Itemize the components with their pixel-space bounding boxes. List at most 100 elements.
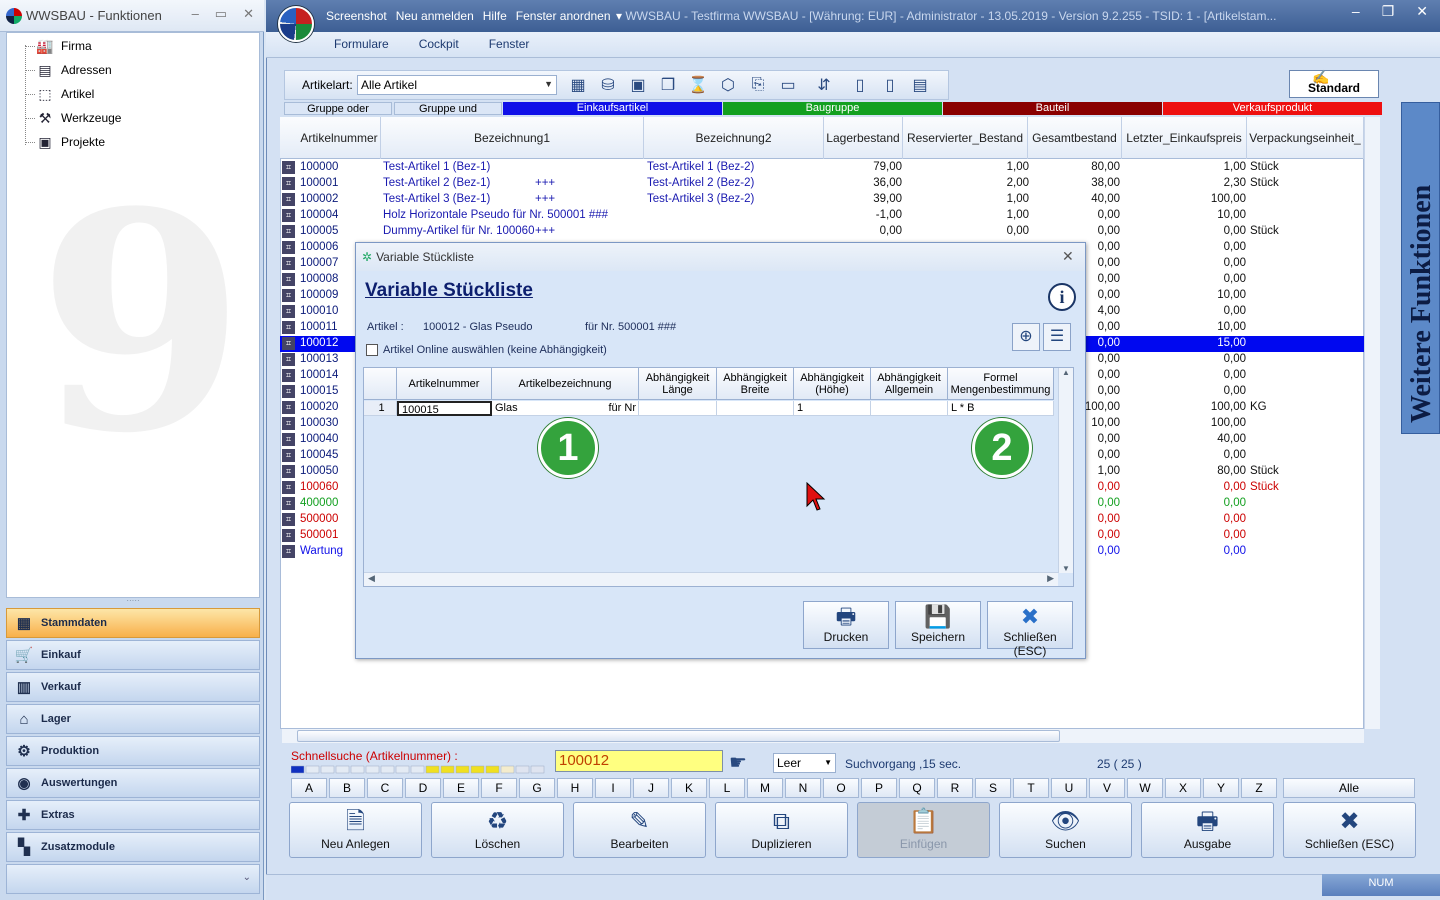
nav-overflow-button[interactable]: ⌄ xyxy=(6,864,260,894)
filter-letter-g[interactable]: G xyxy=(519,778,555,798)
tree-item-artikel[interactable]: ⬚ Artikel xyxy=(35,83,94,105)
pointing-hand-icon[interactable]: ☛ xyxy=(729,750,747,775)
panel-top-icon[interactable]: ▯ xyxy=(878,74,902,96)
insert-list-icon[interactable]: ☰ xyxy=(1043,323,1071,351)
minimize-icon[interactable]: – xyxy=(192,6,199,22)
neu-anlegen-button[interactable]: 🗎 Neu Anlegen xyxy=(289,802,422,858)
boxes-icon[interactable]: ❒ xyxy=(656,74,680,96)
settings-panel-icon[interactable]: ▤ xyxy=(908,74,932,96)
filter-letter-t[interactable]: T xyxy=(1013,778,1049,798)
close-icon[interactable]: ✕ xyxy=(243,6,254,22)
column-header-lagerbestand[interactable]: Lagerbestand xyxy=(824,117,903,159)
filter-letter-k[interactable]: K xyxy=(671,778,707,798)
table-row[interactable]: ⌗ 100000 Test-Artikel 1 (Bez-1) Test-Artike… xyxy=(280,160,1364,176)
filter-letter-s[interactable]: S xyxy=(975,778,1011,798)
dgrid-cell-formel[interactable]: L * B xyxy=(948,401,1054,416)
column-header-bezeichnung2[interactable]: Bezeichnung2 xyxy=(644,117,824,159)
nav-auswertungen[interactable]: ◉ Auswertungen xyxy=(6,768,260,798)
online-select-checkbox[interactable] xyxy=(366,344,378,356)
dgrid-horizontal-scrollbar[interactable]: ◀ ▶ xyxy=(364,572,1058,586)
dgrid-header-4[interactable]: Abhängigkeit (Höhe) xyxy=(794,368,871,400)
column-header-artikelnummer[interactable]: Artikelnummer xyxy=(298,117,381,159)
filter-letter-x[interactable]: X xyxy=(1165,778,1201,798)
menu-fenster[interactable]: Fenster xyxy=(489,37,530,51)
löschen-button[interactable]: ♻ Löschen xyxy=(431,802,564,858)
grid-horizontal-scroll-thumb[interactable] xyxy=(297,730,1060,742)
filter-letter-m[interactable]: M xyxy=(747,778,783,798)
splitter-grip[interactable]: ····· xyxy=(6,597,260,606)
dgrid-header-1[interactable]: Artikelbezeichnung xyxy=(492,368,639,400)
dgrid-cell-bez[interactable]: Glas für Nr xyxy=(492,401,639,416)
nav-stammdaten[interactable]: ▦ Stammdaten xyxy=(6,608,260,638)
column-header-bezeichnung1[interactable]: Bezeichnung1 xyxy=(381,117,644,159)
filter-letter-y[interactable]: Y xyxy=(1203,778,1239,798)
standard-button[interactable]: ✍ Standard xyxy=(1289,69,1379,98)
dialog-drucken-button[interactable]: 🖶 Drucken xyxy=(803,601,889,649)
filter-letter-f[interactable]: F xyxy=(481,778,517,798)
dgrid-vertical-scrollbar[interactable]: ▲ ▼ xyxy=(1058,368,1073,573)
dgrid-cell-laenge[interactable] xyxy=(639,401,717,416)
filter-letter-j[interactable]: J xyxy=(633,778,669,798)
dgrid-header-6[interactable]: Formel Mengenbestimmung xyxy=(948,368,1054,400)
close-icon[interactable]: ✕ xyxy=(1416,3,1428,20)
table-row[interactable]: ⌗ 100001 Test-Artikel 2 (Bez-1) +++ Test-Art… xyxy=(280,176,1364,192)
dialog-close-icon[interactable]: ✕ xyxy=(1062,248,1074,265)
nav-verkauf[interactable]: ▥ Verkauf xyxy=(6,672,260,702)
legend-baugruppe[interactable]: Baugruppe xyxy=(723,102,942,115)
dgrid-header-5[interactable]: Abhängigkeit Allgemein xyxy=(871,368,948,400)
dgrid-header-2[interactable]: Abhängigkeit Länge xyxy=(639,368,717,400)
tree-item-projekte[interactable]: ▣ Projekte xyxy=(35,131,105,153)
panel-bottom-icon[interactable]: ▯ xyxy=(848,74,872,96)
filter-letter-h[interactable]: H xyxy=(557,778,593,798)
column-header-letzter-einkaufspreis[interactable]: Letzter_Einkaufspreis xyxy=(1122,117,1247,159)
legend-gruppe-oder[interactable]: Gruppe oder xyxy=(284,102,392,115)
calculator-icon[interactable]: ▦ xyxy=(566,74,590,96)
einfügen-button[interactable]: 📋 Einfügen xyxy=(857,802,990,858)
dgrid-cell-hoehe[interactable]: 1 xyxy=(794,401,871,416)
filter-all-button[interactable]: Alle xyxy=(1283,778,1415,798)
filter-letter-a[interactable]: A xyxy=(291,778,327,798)
filter-letter-z[interactable]: Z xyxy=(1241,778,1277,798)
schließen-esc-button[interactable]: ✖ Schließen (ESC) xyxy=(1283,802,1416,858)
filter-letter-l[interactable]: L xyxy=(709,778,745,798)
suchen-button[interactable]: 👁 Suchen xyxy=(999,802,1132,858)
info-icon[interactable]: i xyxy=(1048,283,1076,311)
stack-hand-icon[interactable]: ⛁ xyxy=(596,74,620,96)
filter-letter-o[interactable]: O xyxy=(823,778,859,798)
app-globe-icon[interactable] xyxy=(278,6,314,42)
nav-extras[interactable]: ✚ Extras xyxy=(6,800,260,830)
menu-hilfe[interactable]: Hilfe xyxy=(483,9,507,23)
dialog-schließen-esc-button[interactable]: ✖ Schließen (ESC) xyxy=(987,601,1073,658)
dgrid-cell-nr[interactable]: 100015 xyxy=(397,401,492,416)
duplizieren-button[interactable]: ⧉ Duplizieren xyxy=(715,802,848,858)
quick-search-input[interactable]: 100012 xyxy=(555,750,723,772)
menu-cockpit[interactable]: Cockpit xyxy=(419,37,459,51)
table-row[interactable]: ⌗ 100005 Dummy-Artikel für Nr. 100060 +++ 0,… xyxy=(280,224,1364,240)
legend-bauteil[interactable]: Bauteil xyxy=(943,102,1162,115)
image-icon[interactable]: ▣ xyxy=(626,74,650,96)
tree-item-werkzeuge[interactable]: ⚒ Werkzeuge xyxy=(35,107,122,129)
menu-screenshot[interactable]: Screenshot xyxy=(326,9,387,23)
artikelart-select[interactable]: Alle Artikel ▼ xyxy=(357,75,557,95)
add-item-icon[interactable]: ⊕ xyxy=(1012,323,1040,351)
nav-lager[interactable]: ⌂ Lager xyxy=(6,704,260,734)
filter-letter-q[interactable]: Q xyxy=(899,778,935,798)
minimize-icon[interactable]: – xyxy=(1352,3,1360,20)
search-mode-select[interactable]: Leer ▼ xyxy=(773,753,836,773)
tree-item-adressen[interactable]: ▤ Adressen xyxy=(35,59,111,81)
filter-letter-e[interactable]: E xyxy=(443,778,479,798)
package-icon[interactable]: ⬡ xyxy=(716,74,740,96)
table-row[interactable]: ⌗ 100002 Test-Artikel 3 (Bez-1) +++ Test-Art… xyxy=(280,192,1364,208)
menu-formulare[interactable]: Formulare xyxy=(334,37,389,51)
weitere-funktionen-tab[interactable]: Weitere Funktionen xyxy=(1401,102,1440,434)
filter-letter-w[interactable]: W xyxy=(1127,778,1163,798)
filter-letter-v[interactable]: V xyxy=(1089,778,1125,798)
dgrid-header-3[interactable]: Abhängigkeit Breite xyxy=(717,368,794,400)
filter-letter-c[interactable]: C xyxy=(367,778,403,798)
legend-gruppe-und[interactable]: Gruppe und xyxy=(394,102,502,115)
legend-verkaufsprodukt[interactable]: Verkaufsprodukt xyxy=(1163,102,1382,115)
column-header-verpackungseinheit-[interactable]: Verpackungseinheit_ xyxy=(1247,117,1364,159)
column-header-reservierter-bestand[interactable]: Reservierter_Bestand xyxy=(903,117,1028,159)
table-row[interactable]: ⌗ 100004 Holz Horizontale Pseudo für Nr. 5… xyxy=(280,208,1364,224)
maximize-icon[interactable]: ▭ xyxy=(215,6,227,22)
